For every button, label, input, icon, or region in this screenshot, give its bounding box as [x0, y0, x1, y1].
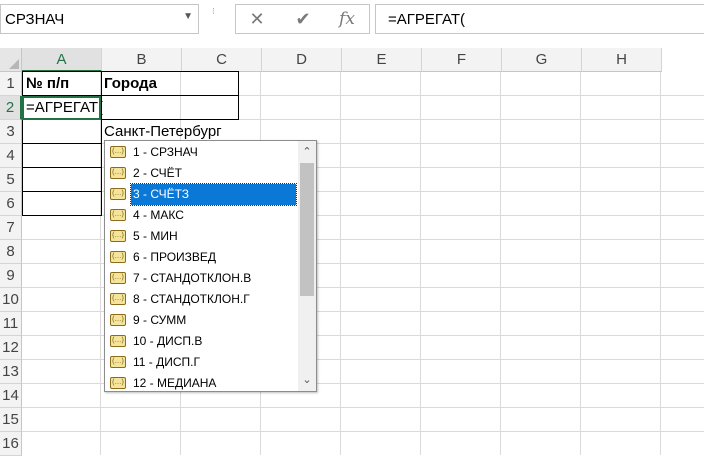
list-value-icon: (…) [110, 167, 126, 179]
autocomplete-item-label: 6 - ПРОИЗВЕД [133, 250, 217, 264]
column-header-f[interactable]: F [422, 48, 502, 72]
table-border [22, 71, 23, 215]
row-header-5[interactable]: 5 [0, 168, 22, 192]
formula-bar: СРЗНАЧ ▼ ⁝ ✕ ✔ fx =АГРЕГАТ( [0, 0, 704, 40]
table-border [238, 71, 239, 119]
row-header-6[interactable]: 6 [0, 192, 22, 216]
autocomplete-item[interactable]: (…) 4 - МАКС [108, 205, 298, 226]
function-autocomplete-list[interactable]: (…) 1 - СРЗНАЧ (…) 2 - СЧЁТ (…) 3 - СЧЁТЗ (…) 4… [104, 140, 317, 392]
row-header-7[interactable]: 7 [0, 216, 22, 240]
autocomplete-item-label: 12 - МЕДИАНА [133, 376, 217, 390]
formula-buttons: ✕ ✔ fx [235, 4, 370, 34]
autocomplete-item-label: 2 - СЧЁТ [133, 166, 182, 180]
row-header-10[interactable]: 10 [0, 288, 22, 312]
autocomplete-item[interactable]: (…) 1 - СРЗНАЧ [108, 142, 298, 163]
list-value-icon: (…) [110, 356, 126, 368]
list-value-icon: (…) [110, 209, 126, 221]
list-value-icon: (…) [110, 188, 126, 200]
grip-dots-icon: ⁝ [212, 6, 215, 16]
row-header-13[interactable]: 13 [0, 360, 22, 384]
autocomplete-item-label: 5 - МИН [133, 229, 178, 243]
autocomplete-item[interactable]: (…) 11 - ДИСП.Г [108, 352, 298, 373]
autocomplete-item-label: 4 - МАКС [133, 208, 184, 222]
autocomplete-item[interactable]: (…) 10 - ДИСП.В [108, 331, 298, 352]
row-header-1[interactable]: 1 [0, 72, 22, 96]
column-header-g[interactable]: G [502, 48, 582, 72]
row-header-16[interactable]: 16 [0, 432, 22, 456]
table-border [22, 167, 102, 168]
autocomplete-item-label: 8 - СТАНДОТКЛОН.Г [133, 292, 250, 306]
autocomplete-item[interactable]: (…) 6 - ПРОИЗВЕД [108, 247, 298, 268]
row-header-8[interactable]: 8 [0, 240, 22, 264]
autocomplete-item-label: 11 - ДИСП.Г [133, 355, 200, 369]
name-box-value: СРЗНАЧ [5, 11, 65, 28]
list-value-icon: (…) [110, 251, 126, 263]
autocomplete-item-label: 7 - СТАНДОТКЛОН.В [133, 271, 252, 285]
list-value-icon: (…) [110, 272, 126, 284]
column-header-b[interactable]: B [102, 48, 182, 72]
autocomplete-item[interactable]: (…) 3 - СЧЁТЗ [108, 183, 298, 206]
column-header-a[interactable]: A [22, 48, 102, 72]
row-header-11[interactable]: 11 [0, 312, 22, 336]
table-border [22, 71, 239, 72]
autocomplete-item[interactable]: (…) 7 - СТАНДОТКЛОН.В [108, 268, 298, 289]
chevron-down-icon[interactable]: ▼ [183, 11, 193, 22]
autocomplete-item[interactable]: (…) 9 - СУММ [108, 310, 298, 331]
autocomplete-item-label: 1 - СРЗНАЧ [133, 145, 198, 159]
formula-text: =АГРЕГАТ( [388, 11, 466, 28]
active-cell-cursor [22, 96, 101, 120]
insert-function-icon[interactable]: fx [334, 7, 360, 31]
autocomplete-item-label: 3 - СЧЁТЗ [130, 183, 297, 206]
name-box[interactable]: СРЗНАЧ ▼ [0, 4, 199, 34]
row-header-15[interactable]: 15 [0, 408, 22, 432]
list-value-icon: (…) [110, 377, 126, 389]
table-border [101, 71, 102, 215]
row-header-12[interactable]: 12 [0, 336, 22, 360]
cancel-icon[interactable]: ✕ [244, 7, 270, 31]
list-value-icon: (…) [110, 314, 126, 326]
autocomplete-item[interactable]: (…) 12 - МЕДИАНА [108, 373, 298, 394]
select-all-button[interactable] [0, 48, 22, 72]
table-border [22, 215, 102, 216]
list-value-icon: (…) [110, 335, 126, 347]
autocomplete-item-label: 9 - СУММ [133, 313, 187, 327]
row-header-3[interactable]: 3 [0, 120, 22, 144]
scrollbar-thumb[interactable] [300, 163, 314, 296]
autocomplete-item[interactable]: (…) 8 - СТАНДОТКЛОН.Г [108, 289, 298, 310]
autocomplete-item-label: 10 - ДИСП.В [133, 334, 203, 348]
list-value-icon: (…) [110, 230, 126, 242]
row-header-4[interactable]: 4 [0, 144, 22, 168]
autocomplete-item[interactable]: (…) 2 - СЧЁТ [108, 163, 298, 184]
list-value-icon: (…) [110, 293, 126, 305]
column-header-d[interactable]: D [262, 48, 342, 72]
autocomplete-item[interactable]: (…) 5 - МИН [108, 226, 298, 247]
scrollbar[interactable]: ⌃ ⌄ [298, 141, 316, 391]
column-header-c[interactable]: C [182, 48, 262, 72]
table-border [22, 191, 102, 192]
column-header-e[interactable]: E [342, 48, 422, 72]
row-header-2[interactable]: 2 [0, 96, 22, 120]
row-header-14[interactable]: 14 [0, 384, 22, 408]
column-header-h[interactable]: H [582, 48, 662, 72]
row-header-9[interactable]: 9 [0, 264, 22, 288]
cell-B1[interactable]: Города [104, 72, 157, 96]
cell-A1[interactable]: № п/п [26, 72, 69, 96]
enter-check-icon[interactable]: ✔ [290, 7, 316, 31]
scroll-down-icon[interactable]: ⌄ [298, 371, 316, 389]
formula-input[interactable]: =АГРЕГАТ( [375, 4, 704, 34]
list-value-icon: (…) [110, 146, 126, 158]
table-border [22, 143, 102, 144]
scroll-up-icon[interactable]: ⌃ [298, 143, 316, 161]
